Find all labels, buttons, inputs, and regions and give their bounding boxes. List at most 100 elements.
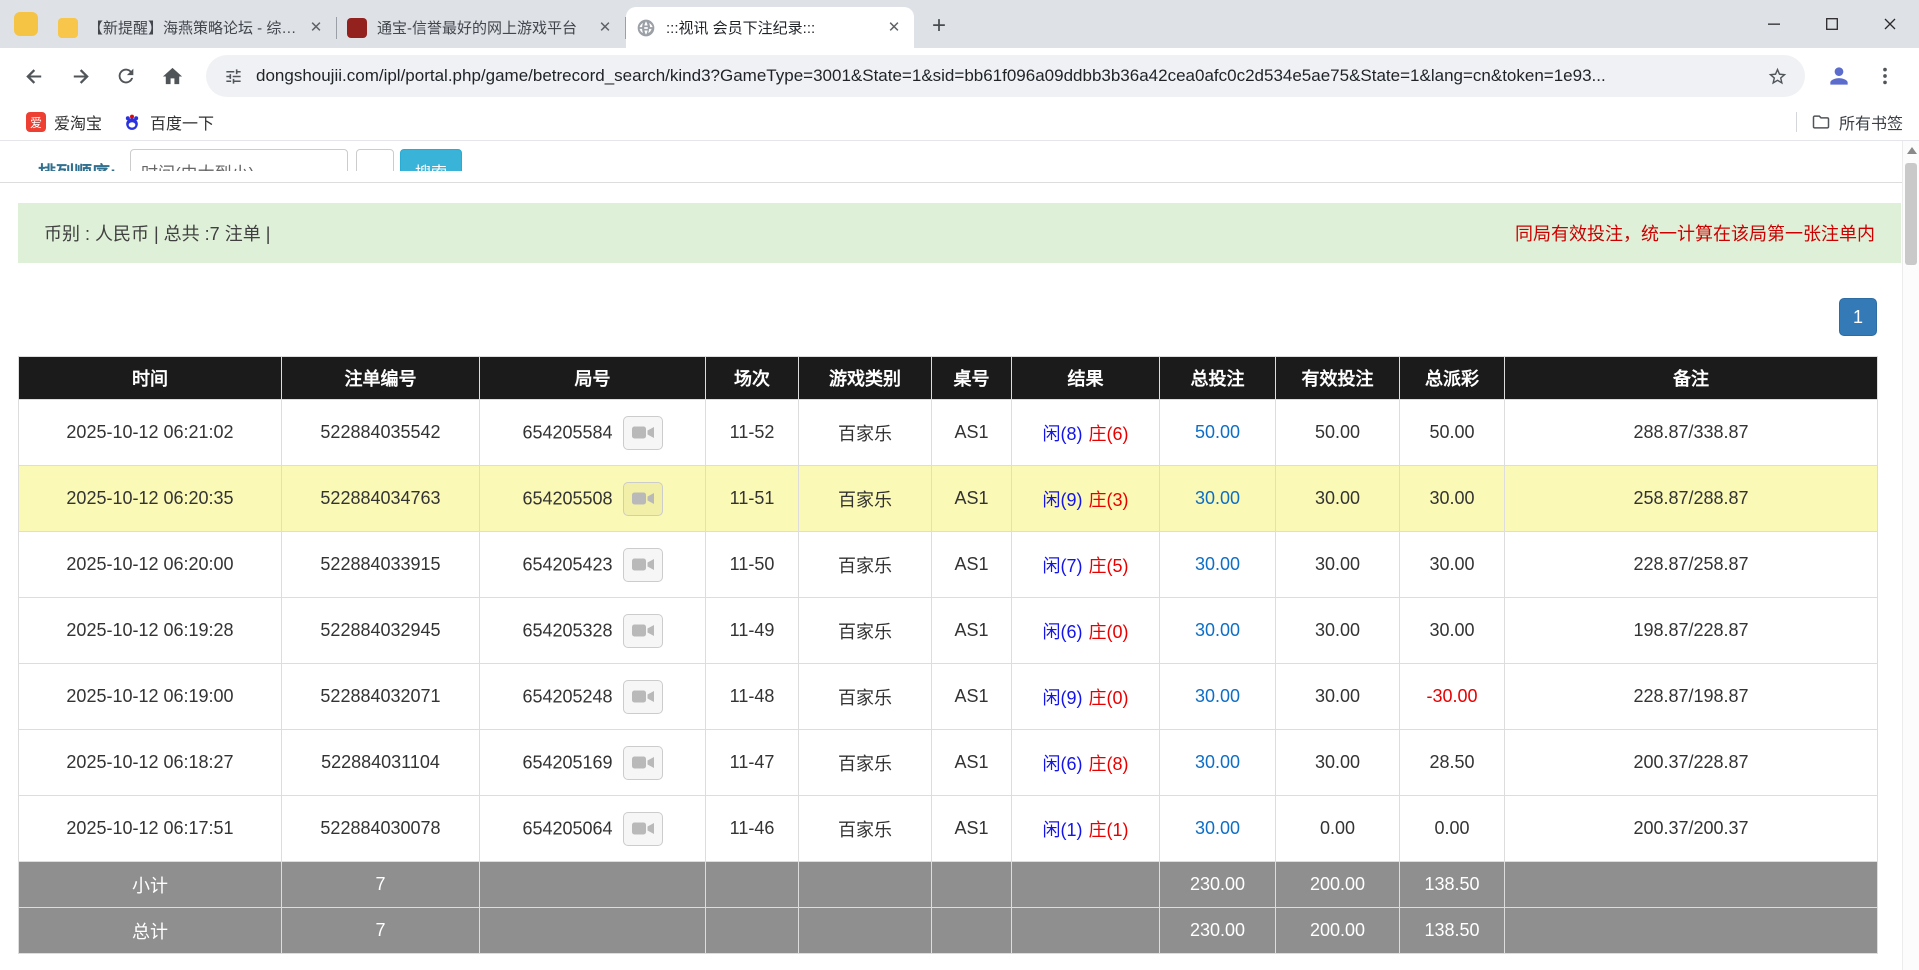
cell-empty (799, 908, 932, 954)
video-replay-button[interactable] (623, 614, 663, 648)
browser-tab-active[interactable]: :::视讯 会员下注纪录::: ✕ (626, 7, 914, 48)
sort-order-input[interactable] (130, 149, 348, 171)
bookmark-item-taobao[interactable]: 爱 爱淘宝 (16, 106, 112, 138)
dropdown-box[interactable] (356, 149, 394, 171)
bookmarks-divider (1796, 112, 1797, 132)
bookmarks-bar: 爱 爱淘宝 百度一下 所有书签 (0, 104, 1919, 141)
cell-total-bet[interactable]: 30.00 (1160, 466, 1276, 532)
cell-round: 654205584 (480, 400, 706, 466)
cell-table-no: AS1 (932, 532, 1012, 598)
header-valid-bet: 有效投注 (1276, 357, 1400, 400)
total-row: 总计 7 230.00 200.00 138.50 (19, 908, 1878, 954)
summary-info-bar: 币别 : 人民币 | 总共 :7 注单 | 同局有效投注，统一计算在该局第一张注… (18, 203, 1901, 263)
cell-result: 闲(8)庄(6) (1012, 400, 1160, 466)
cell-table-no: AS1 (932, 466, 1012, 532)
tab-strip: 【新提醒】海燕策略论坛 - 综合... ✕ 通宝-信誉最好的网上游戏平台 ✕ :… (0, 0, 1919, 48)
cell-total-bet[interactable]: 30.00 (1160, 532, 1276, 598)
profile-button[interactable] (1819, 56, 1859, 96)
search-button[interactable]: 搜索 (400, 149, 462, 171)
video-replay-button[interactable] (623, 416, 663, 450)
cell-empty (1505, 862, 1878, 908)
home-button[interactable] (152, 56, 192, 96)
bookmark-star-icon[interactable] (1763, 62, 1791, 90)
cell-bet-id: 522884034763 (282, 466, 480, 532)
table-row: 2025-10-12 06:20:00522884033915654205423… (19, 532, 1878, 598)
round-number: 654205169 (522, 752, 612, 772)
cell-payout: 28.50 (1400, 730, 1505, 796)
round-number: 654205584 (522, 422, 612, 442)
bookmark-item-baidu[interactable]: 百度一下 (112, 106, 224, 138)
browser-tab-2[interactable]: 通宝-信誉最好的网上游戏平台 ✕ (337, 7, 625, 48)
cell-round: 654205423 (480, 532, 706, 598)
scrollbar-thumb[interactable] (1905, 163, 1917, 265)
video-replay-button[interactable] (623, 812, 663, 846)
cell-note: 228.87/198.87 (1505, 664, 1878, 730)
panel-divider (0, 171, 1919, 183)
cell-table-no: AS1 (932, 598, 1012, 664)
all-bookmarks-label: 所有书签 (1839, 110, 1903, 134)
cell-total-bet[interactable]: 30.00 (1160, 796, 1276, 862)
cell-table-no: AS1 (932, 796, 1012, 862)
cell-valid-bet: 30.00 (1276, 598, 1400, 664)
new-tab-button[interactable]: + (922, 9, 956, 43)
table-row: 2025-10-12 06:19:00522884032071654205248… (19, 664, 1878, 730)
cell-valid-bet: 30.00 (1276, 466, 1400, 532)
header-result: 结果 (1012, 357, 1160, 400)
menu-button[interactable] (1865, 56, 1905, 96)
cell-session: 11-46 (706, 796, 799, 862)
cell-total-bet[interactable]: 50.00 (1160, 400, 1276, 466)
result-player: 闲(1) (1043, 820, 1083, 840)
bookmark-label: 爱淘宝 (54, 110, 102, 134)
cell-time: 2025-10-12 06:20:35 (19, 466, 282, 532)
cell-session: 11-50 (706, 532, 799, 598)
cell-result: 闲(6)庄(0) (1012, 598, 1160, 664)
tab-close-icon[interactable]: ✕ (306, 18, 326, 38)
cell-total-bet[interactable]: 30.00 (1160, 664, 1276, 730)
video-replay-button[interactable] (623, 680, 663, 714)
header-bet-id: 注单编号 (282, 357, 480, 400)
round-number: 654205328 (522, 620, 612, 640)
result-player: 闲(6) (1043, 754, 1083, 774)
cell-round: 654205328 (480, 598, 706, 664)
video-replay-button[interactable] (623, 482, 663, 516)
all-bookmarks-button[interactable]: 所有书签 (1811, 110, 1903, 134)
bet-record-table: 时间 注单编号 局号 场次 游戏类别 桌号 结果 总投注 有效投注 总派彩 备注… (18, 356, 1878, 954)
cell-total-bet[interactable]: 30.00 (1160, 598, 1276, 664)
taobao-icon: 爱 (26, 112, 46, 132)
cell-empty (932, 908, 1012, 954)
round-number: 654205248 (522, 686, 612, 706)
page-scrollbar[interactable] (1902, 141, 1919, 970)
cell-game-type: 百家乐 (799, 532, 932, 598)
tab-title: 通宝-信誉最好的网上游戏平台 (377, 17, 587, 38)
tab-close-icon[interactable]: ✕ (595, 18, 615, 38)
scrollbar-up-arrow-icon[interactable] (1907, 147, 1917, 154)
cell-total-bet[interactable]: 30.00 (1160, 730, 1276, 796)
cell-time: 2025-10-12 06:18:27 (19, 730, 282, 796)
cell-round: 654205248 (480, 664, 706, 730)
result-banker: 庄(8) (1089, 754, 1129, 774)
refresh-button[interactable] (106, 56, 146, 96)
browser-tab-1[interactable]: 【新提醒】海燕策略论坛 - 综合... ✕ (48, 7, 336, 48)
minimize-button[interactable] (1745, 0, 1803, 48)
tab-close-icon[interactable]: ✕ (884, 18, 904, 38)
close-window-button[interactable] (1861, 0, 1919, 48)
video-replay-button[interactable] (623, 746, 663, 780)
total-label: 总计 (19, 908, 282, 954)
cell-empty (1505, 908, 1878, 954)
cell-session: 11-52 (706, 400, 799, 466)
maximize-button[interactable] (1803, 0, 1861, 48)
subtotal-count: 7 (282, 862, 480, 908)
header-round: 局号 (480, 357, 706, 400)
forward-button[interactable] (60, 56, 100, 96)
pagination-page-1-button[interactable]: 1 (1839, 298, 1877, 336)
game-site-favicon-icon (347, 18, 367, 38)
cell-game-type: 百家乐 (799, 796, 932, 862)
address-bar[interactable]: dongshoujii.com/ipl/portal.php/game/betr… (206, 55, 1805, 97)
back-button[interactable] (14, 56, 54, 96)
url-text: dongshoujii.com/ipl/portal.php/game/betr… (256, 66, 1755, 86)
result-player: 闲(9) (1043, 490, 1083, 510)
cell-bet-id: 522884035542 (282, 400, 480, 466)
site-info-icon[interactable] (220, 63, 246, 89)
result-player: 闲(8) (1043, 424, 1083, 444)
video-replay-button[interactable] (623, 548, 663, 582)
